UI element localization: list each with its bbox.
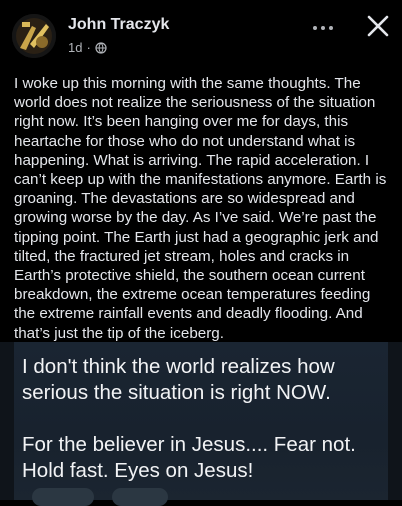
reaction-bar-left xyxy=(32,488,94,506)
post-time[interactable]: 1d xyxy=(68,40,82,55)
author-name[interactable]: John Traczyk xyxy=(68,16,169,34)
avatar[interactable] xyxy=(12,14,56,58)
more-horizontal-icon[interactable] xyxy=(308,18,338,38)
meta-separator: · xyxy=(86,40,91,55)
close-icon[interactable] xyxy=(364,12,392,40)
globe-icon xyxy=(95,41,107,54)
reaction-bar-right xyxy=(112,488,168,506)
image-caption-text: I don't think the world realizes how ser… xyxy=(22,355,356,482)
post-image[interactable]: I don't think the world realizes how ser… xyxy=(0,342,402,500)
post-body-text: I woke up this morning with the same tho… xyxy=(14,75,387,342)
post-header: John Traczyk 1d · xyxy=(0,0,402,70)
post-meta: 1d · xyxy=(68,40,107,55)
